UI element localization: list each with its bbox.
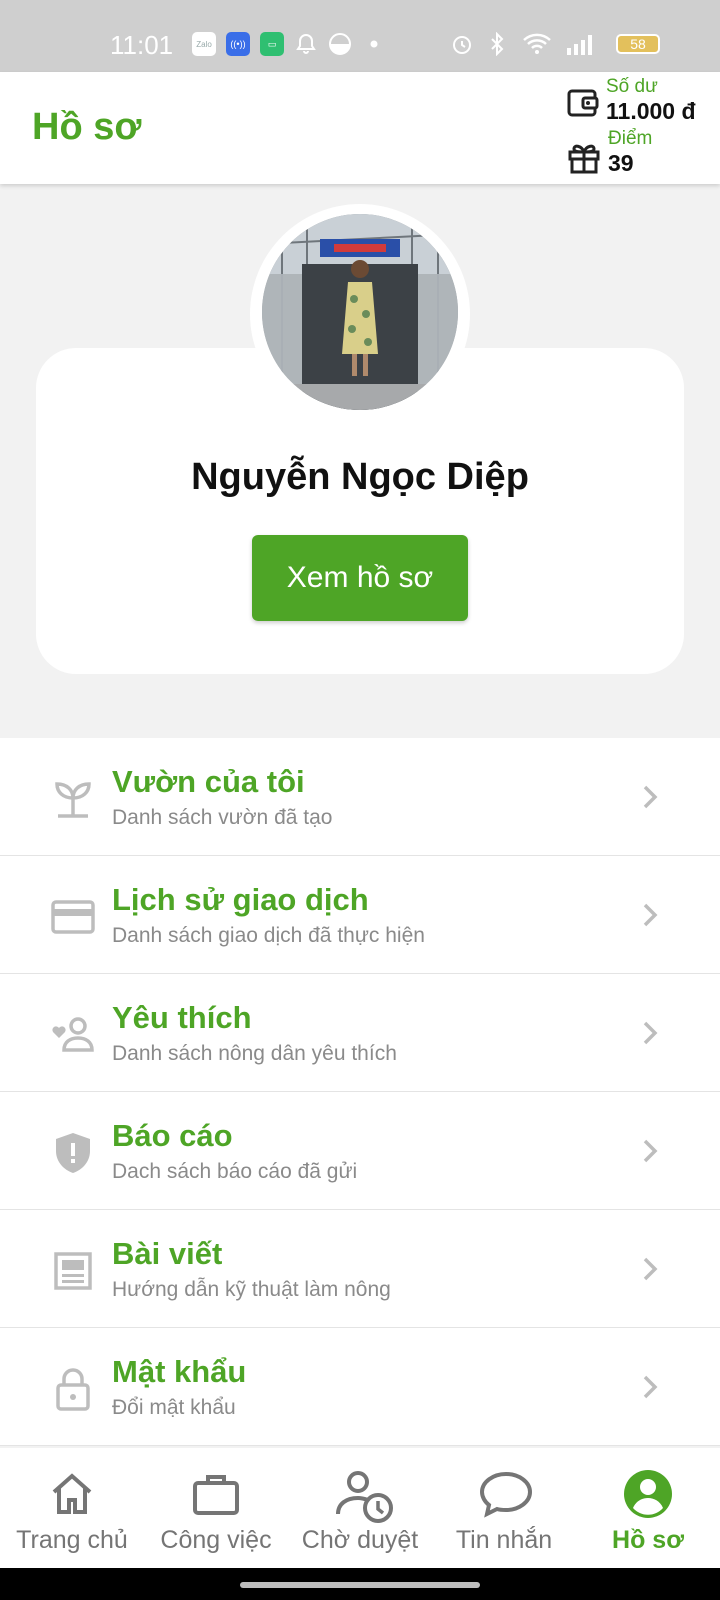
article-icon (54, 1252, 92, 1290)
menu-item-articles[interactable]: Bài viết Hướng dẫn kỹ thuật làm nông (0, 1210, 720, 1328)
favorite-person-icon (52, 1017, 94, 1052)
menu-item-title: Mật khẩu (112, 1354, 247, 1389)
gift-icon (568, 144, 600, 174)
points-row: Điểm 39 (566, 128, 696, 180)
pending-person-icon (336, 1471, 393, 1523)
menu-item-transaction-history[interactable]: Lịch sử giao dịch Danh sách giao dịch đã… (0, 856, 720, 974)
menu-item-subtitle: Danh sách vườn đã tạo (112, 806, 333, 829)
chevron-right-icon (643, 1375, 658, 1399)
bottom-navigation: Trang chủ Công việc Chờ duyệt Tin nhắn H… (0, 1448, 720, 1568)
menu-item-reports[interactable]: Báo cáo Dach sách báo cáo đã gửi (0, 1092, 720, 1210)
page-title: Hồ sơ (32, 106, 142, 148)
zalo-icon: Zalo (192, 32, 216, 56)
chevron-right-icon (643, 1139, 658, 1163)
nav-profile[interactable]: Hồ sơ (576, 1448, 720, 1568)
account-circle-icon (624, 1470, 672, 1518)
chevron-right-icon (643, 785, 658, 809)
nav-messages[interactable]: Tin nhắn (432, 1448, 576, 1568)
nav-home[interactable]: Trang chủ (0, 1448, 144, 1568)
nav-label: Chờ duyệt (301, 1526, 419, 1554)
battery-level: 58 (630, 36, 646, 52)
wifi-icon (523, 33, 551, 54)
system-navigation-bar (0, 1568, 720, 1600)
menu-item-subtitle: Hướng dẫn kỹ thuật làm nông (112, 1278, 391, 1301)
view-profile-button[interactable]: Xem hồ sơ (252, 535, 468, 621)
points-value: 39 (608, 150, 634, 176)
menu-item-title: Yêu thích (112, 1000, 252, 1035)
signal-icon (567, 35, 592, 55)
balance-label: Số dư (606, 76, 658, 97)
wallet-summary[interactable]: Số dư 11.000 đ Điểm 39 (566, 76, 696, 180)
menu-item-password[interactable]: Mật khẩu Đổi mật khẩu (0, 1328, 720, 1446)
nav-jobs[interactable]: Công việc (144, 1448, 288, 1568)
lock-icon (56, 1368, 90, 1411)
battery-icon: 58 (616, 34, 660, 54)
balance-row: Số dư 11.000 đ (566, 76, 696, 128)
profile-menu: Vườn của tôi Danh sách vườn đã tạo Lịch … (0, 738, 720, 1446)
chevron-right-icon (643, 903, 658, 927)
bell-icon (296, 33, 316, 54)
menu-item-subtitle: Dach sách báo cáo đã gửi (112, 1160, 358, 1183)
nav-label: Trang chủ (16, 1526, 128, 1554)
bluetooth-icon (491, 32, 504, 56)
menu-item-title: Báo cáo (112, 1118, 233, 1153)
app-bar: Hồ sơ Số dư 11.000 đ Điểm 39 (0, 72, 720, 184)
menu-item-title: Lịch sử giao dịch (112, 882, 369, 917)
alarm-icon (453, 36, 471, 54)
home-gesture-handle[interactable] (240, 1582, 480, 1588)
status-bar: 11:01 Zalo ((•)) ▭ 58 (0, 0, 720, 72)
shield-alert-icon (56, 1133, 90, 1173)
moon-icon (329, 33, 351, 55)
credit-card-icon (51, 900, 95, 934)
chevron-right-icon (643, 1257, 658, 1281)
menu-item-my-garden[interactable]: Vườn của tôi Danh sách vườn đã tạo (0, 738, 720, 856)
notification-icons: Zalo ((•)) ▭ (192, 32, 386, 56)
wallet-icon (567, 89, 599, 117)
nav-label: Hồ sơ (612, 1526, 684, 1554)
home-icon (52, 1473, 92, 1514)
menu-item-favorites[interactable]: Yêu thích Danh sách nông dân yêu thích (0, 974, 720, 1092)
radio-icon: ((•)) (226, 32, 250, 56)
menu-item-subtitle: Đổi mật khẩu (112, 1396, 236, 1419)
user-name: Nguyễn Ngọc Diệp (191, 456, 529, 498)
system-icons (450, 32, 596, 56)
nav-label: Công việc (160, 1526, 272, 1554)
plant-icon (55, 782, 91, 818)
avatar[interactable] (262, 214, 458, 410)
points-label: Điểm (608, 128, 653, 149)
chat-icon: ▭ (260, 32, 284, 56)
status-time: 11:01 (110, 30, 174, 60)
menu-item-subtitle: Danh sách giao dịch đã thực hiện (112, 924, 425, 947)
chat-bubble-icon (479, 1471, 533, 1518)
menu-item-title: Bài viết (112, 1236, 223, 1271)
nav-pending[interactable]: Chờ duyệt (288, 1448, 432, 1568)
nav-label: Tin nhắn (455, 1526, 553, 1554)
briefcase-icon (193, 1475, 239, 1515)
menu-item-title: Vườn của tôi (112, 764, 305, 799)
menu-item-subtitle: Danh sách nông dân yêu thích (112, 1042, 397, 1065)
dot-icon (370, 40, 378, 48)
balance-value: 11.000 đ (606, 98, 696, 124)
chevron-right-icon (643, 1021, 658, 1045)
